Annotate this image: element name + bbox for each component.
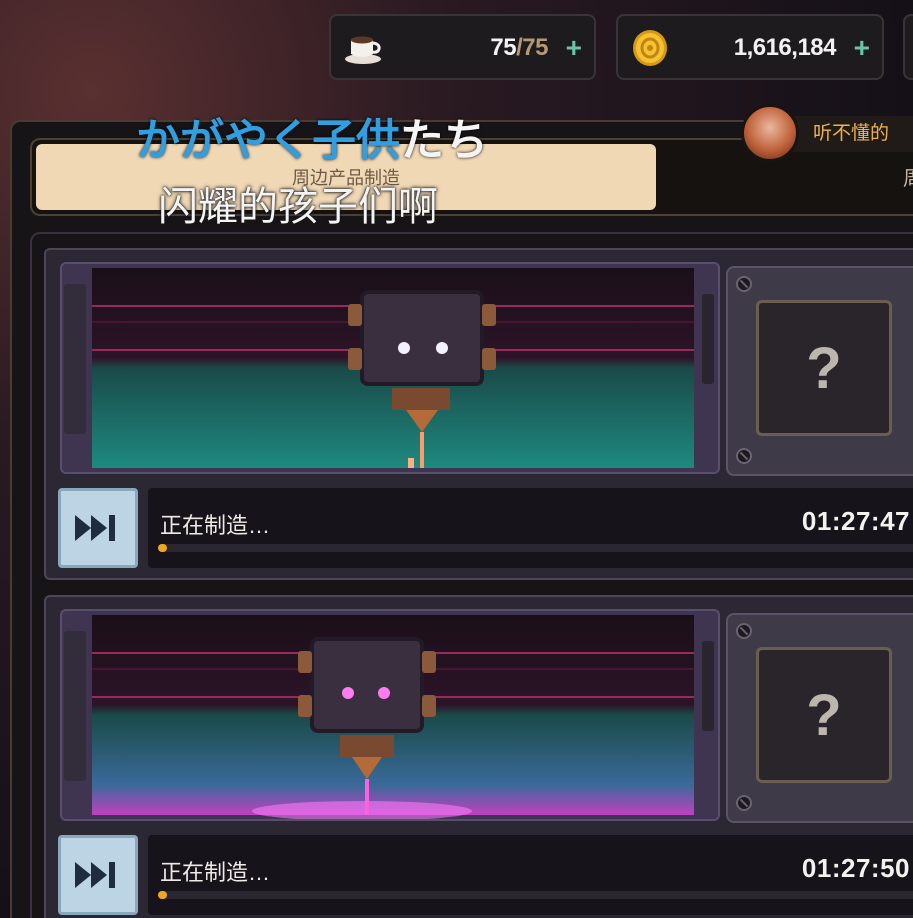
countdown-timer: 01:27:47: [801, 506, 910, 536]
friend-chat-text: 听不懂的: [789, 116, 913, 152]
production-slot: ? 正在制造… 01:27:47: [44, 248, 913, 580]
production-status-bar: 正在制造… 01:27:47: [148, 488, 913, 568]
gold-coin-icon: [633, 30, 667, 66]
progress-track: [158, 544, 913, 552]
unknown-item-icon: ?: [756, 300, 892, 436]
japanese-subtitle: かがやく子供たち: [136, 104, 488, 168]
stamina-value: 75/75: [490, 34, 548, 61]
coffee-cup-icon: [345, 36, 381, 64]
stamina-counter: 75/75 +: [329, 14, 596, 80]
friend-chat[interactable]: 听不懂的: [741, 104, 913, 162]
coin-counter: 1,616,184 +: [616, 14, 884, 80]
result-slot[interactable]: ?: [726, 613, 913, 823]
fast-forward-icon: [75, 862, 115, 888]
countdown-timer: 01:27:50: [801, 853, 910, 883]
resource-counter-partial: [903, 14, 913, 80]
progress-fill: [158, 544, 168, 552]
add-coin-button[interactable]: +: [854, 34, 870, 62]
progress-track: [158, 891, 913, 899]
tab-secondary[interactable]: 周: [903, 162, 913, 191]
character-avatar-icon: [741, 104, 799, 162]
add-stamina-button[interactable]: +: [566, 34, 582, 62]
screw-icon: [736, 795, 752, 811]
progress-fill: [158, 891, 168, 899]
chinese-subtitle: 闪耀的孩子们啊: [158, 184, 438, 230]
screw-icon: [736, 623, 752, 639]
skip-production-button[interactable]: [58, 488, 138, 568]
subtitle-rest: たち: [400, 115, 488, 166]
production-machine-view: [60, 609, 720, 821]
screw-icon: [736, 448, 752, 464]
status-text: 正在制造…: [160, 513, 271, 538]
production-machine-view: [60, 262, 720, 474]
result-slot[interactable]: ?: [726, 266, 913, 476]
production-slot: ? 正在制造… 01:27:50: [44, 595, 913, 918]
status-text: 正在制造…: [160, 860, 271, 885]
skip-production-button[interactable]: [58, 835, 138, 915]
unknown-item-icon: ?: [756, 647, 892, 783]
subtitle-highlighted: かがやく子供: [136, 115, 400, 166]
screw-icon: [736, 276, 752, 292]
fast-forward-icon: [75, 515, 115, 541]
coin-value: 1,616,184: [733, 34, 837, 61]
production-status-bar: 正在制造… 01:27:50: [148, 835, 913, 915]
